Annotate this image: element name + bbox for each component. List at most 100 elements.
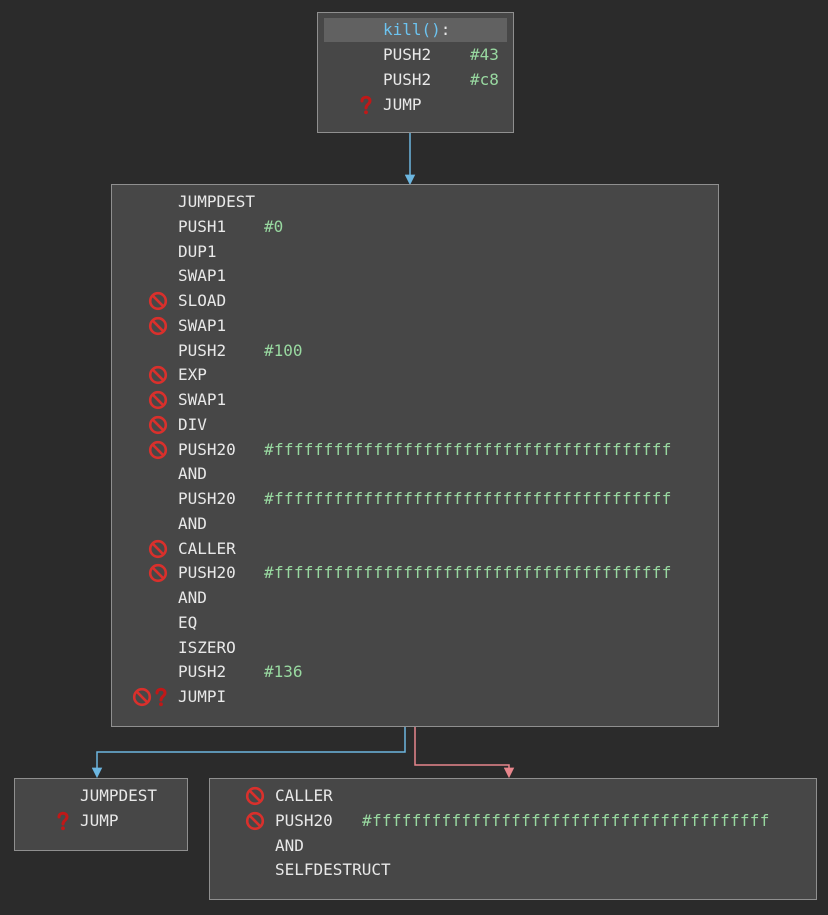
row-icons <box>148 537 170 561</box>
instruction-row[interactable]: SELFDESTRUCT <box>210 858 816 882</box>
prohibited-icon <box>148 563 170 583</box>
basic-block-revert[interactable]: JUMPDEST JUMP <box>14 778 188 851</box>
instruction-row[interactable]: kill(): <box>324 18 507 42</box>
instruction-row[interactable]: PUSH20 #fffffffffffffffffffffffffffffffff… <box>210 809 816 833</box>
instruction-row[interactable]: AND <box>112 462 718 486</box>
opcode: JUMPDEST <box>80 786 158 805</box>
row-icons <box>56 809 72 833</box>
opcode: DUP1 <box>178 241 217 261</box>
instruction-row[interactable]: SWAP1 <box>112 264 718 288</box>
instruction-row[interactable]: JUMP <box>15 809 187 833</box>
row-icons <box>132 685 170 709</box>
question-icon <box>154 687 170 707</box>
opcode: SWAP1 <box>178 390 227 409</box>
instruction-row[interactable]: PUSH2 #c8 <box>318 68 513 92</box>
operand: #100 <box>264 340 303 360</box>
operand: #0 <box>264 216 284 236</box>
operand: #fffffffffffffffffffffffffffffffffffffff… <box>362 810 770 830</box>
row-icons <box>359 93 375 117</box>
opcode: JUMP <box>383 95 422 114</box>
opcode: SWAP1 <box>178 266 227 286</box>
operand: #fffffffffffffffffffffffffffffffffffffff… <box>264 563 672 583</box>
operand: #fffffffffffffffffffffffffffffffffffffff… <box>264 489 672 508</box>
prohibited-icon <box>148 291 170 311</box>
opcode: AND <box>275 835 304 855</box>
opcode: DIV <box>178 414 207 434</box>
opcode: CALLER <box>275 786 333 805</box>
instruction-row[interactable]: ISZERO <box>112 636 718 660</box>
instruction-row[interactable]: EQ <box>112 611 718 635</box>
basic-block-owner-check[interactable]: JUMPDEST PUSH1 #0 DUP1 SWAP1 SLOAD SWAP1 PUSH2 #… <box>111 184 719 727</box>
opcode: AND <box>178 513 207 533</box>
instruction-row[interactable]: PUSH20 #fffffffffffffffffffffffffffffffff… <box>112 487 718 511</box>
prohibited-icon <box>148 316 170 336</box>
opcode: SLOAD <box>178 291 227 310</box>
opcode: PUSH2 <box>383 45 432 64</box>
opcode: PUSH2 <box>383 70 432 89</box>
opcode: PUSH20 <box>178 563 236 583</box>
opcode: PUSH2 <box>178 662 227 682</box>
edge-check-to-revert[interactable] <box>91 727 406 779</box>
instruction-row[interactable]: PUSH20 #fffffffffffffffffffffffffffffffff… <box>112 438 718 462</box>
instruction-row[interactable]: DIV <box>112 413 718 437</box>
instruction-row[interactable]: JUMPI <box>112 685 718 709</box>
opcode: PUSH1 <box>178 216 227 236</box>
opcode: PUSH20 <box>178 489 236 508</box>
instruction-row[interactable]: AND <box>210 834 816 858</box>
row-icons <box>148 561 170 585</box>
prohibited-icon <box>148 440 170 460</box>
opcode: SELFDESTRUCT <box>275 860 391 880</box>
instruction-row[interactable]: PUSH1 #0 <box>112 215 718 239</box>
basic-block-selfdestruct[interactable]: CALLER PUSH20 #fffffffffffffffffffffffffff… <box>209 778 817 900</box>
instruction-row[interactable]: SLOAD <box>112 289 718 313</box>
opcode: JUMP <box>80 811 119 830</box>
instruction-row[interactable]: PUSH2 #43 <box>318 43 513 67</box>
opcode: EXP <box>178 365 207 385</box>
instruction-row[interactable]: JUMPDEST <box>15 784 187 808</box>
row-icons <box>148 314 170 338</box>
instruction-row[interactable]: JUMP <box>318 93 513 117</box>
row-icons <box>148 413 170 437</box>
opcode: CALLER <box>178 538 236 558</box>
function-label: kill() <box>383 20 441 39</box>
opcode: AND <box>178 588 207 607</box>
function-colon: : <box>440 20 451 39</box>
opcode: PUSH20 <box>275 810 333 830</box>
row-icons <box>148 438 170 462</box>
prohibited-icon <box>245 786 267 806</box>
opcode: JUMPDEST <box>178 192 256 211</box>
row-icons <box>148 289 170 313</box>
operand: #43 <box>470 45 499 64</box>
opcode: SWAP1 <box>178 315 227 335</box>
opcode: PUSH2 <box>178 340 227 360</box>
instruction-row[interactable]: PUSH20 #fffffffffffffffffffffffffffffffff… <box>112 561 718 585</box>
question-icon <box>56 811 72 831</box>
instruction-row[interactable]: EXP <box>112 363 718 387</box>
opcode: AND <box>178 464 207 484</box>
operand: #c8 <box>470 70 499 89</box>
basic-block-entry[interactable]: kill(): PUSH2 #43 PUSH2 #c8 JUMP <box>317 12 514 133</box>
row-icons <box>148 363 170 387</box>
prohibited-icon <box>148 390 170 410</box>
prohibited-icon <box>245 811 267 831</box>
instruction-row[interactable]: DUP1 <box>112 240 718 264</box>
instruction-row[interactable]: CALLER <box>112 537 718 561</box>
prohibited-icon <box>148 415 170 435</box>
opcode: JUMPI <box>178 687 227 706</box>
opcode: ISZERO <box>178 637 236 657</box>
instruction-row[interactable]: PUSH2 #100 <box>112 339 718 363</box>
instruction-row[interactable]: CALLER <box>210 784 816 808</box>
prohibited-icon <box>148 539 170 559</box>
instruction-row[interactable]: AND <box>112 586 718 610</box>
opcode: PUSH20 <box>178 439 236 459</box>
instruction-row[interactable]: SWAP1 <box>112 388 718 412</box>
edge-check-to-destruct[interactable] <box>414 727 515 779</box>
instruction-row[interactable]: PUSH2 #136 <box>112 660 718 684</box>
instruction-row[interactable]: SWAP1 <box>112 314 718 338</box>
instruction-row[interactable]: JUMPDEST <box>112 190 718 214</box>
operand: #136 <box>264 662 303 682</box>
instruction-row[interactable]: AND <box>112 512 718 536</box>
row-icons <box>245 809 267 833</box>
operand: #fffffffffffffffffffffffffffffffffffffff… <box>264 439 672 459</box>
row-icons <box>148 388 170 412</box>
